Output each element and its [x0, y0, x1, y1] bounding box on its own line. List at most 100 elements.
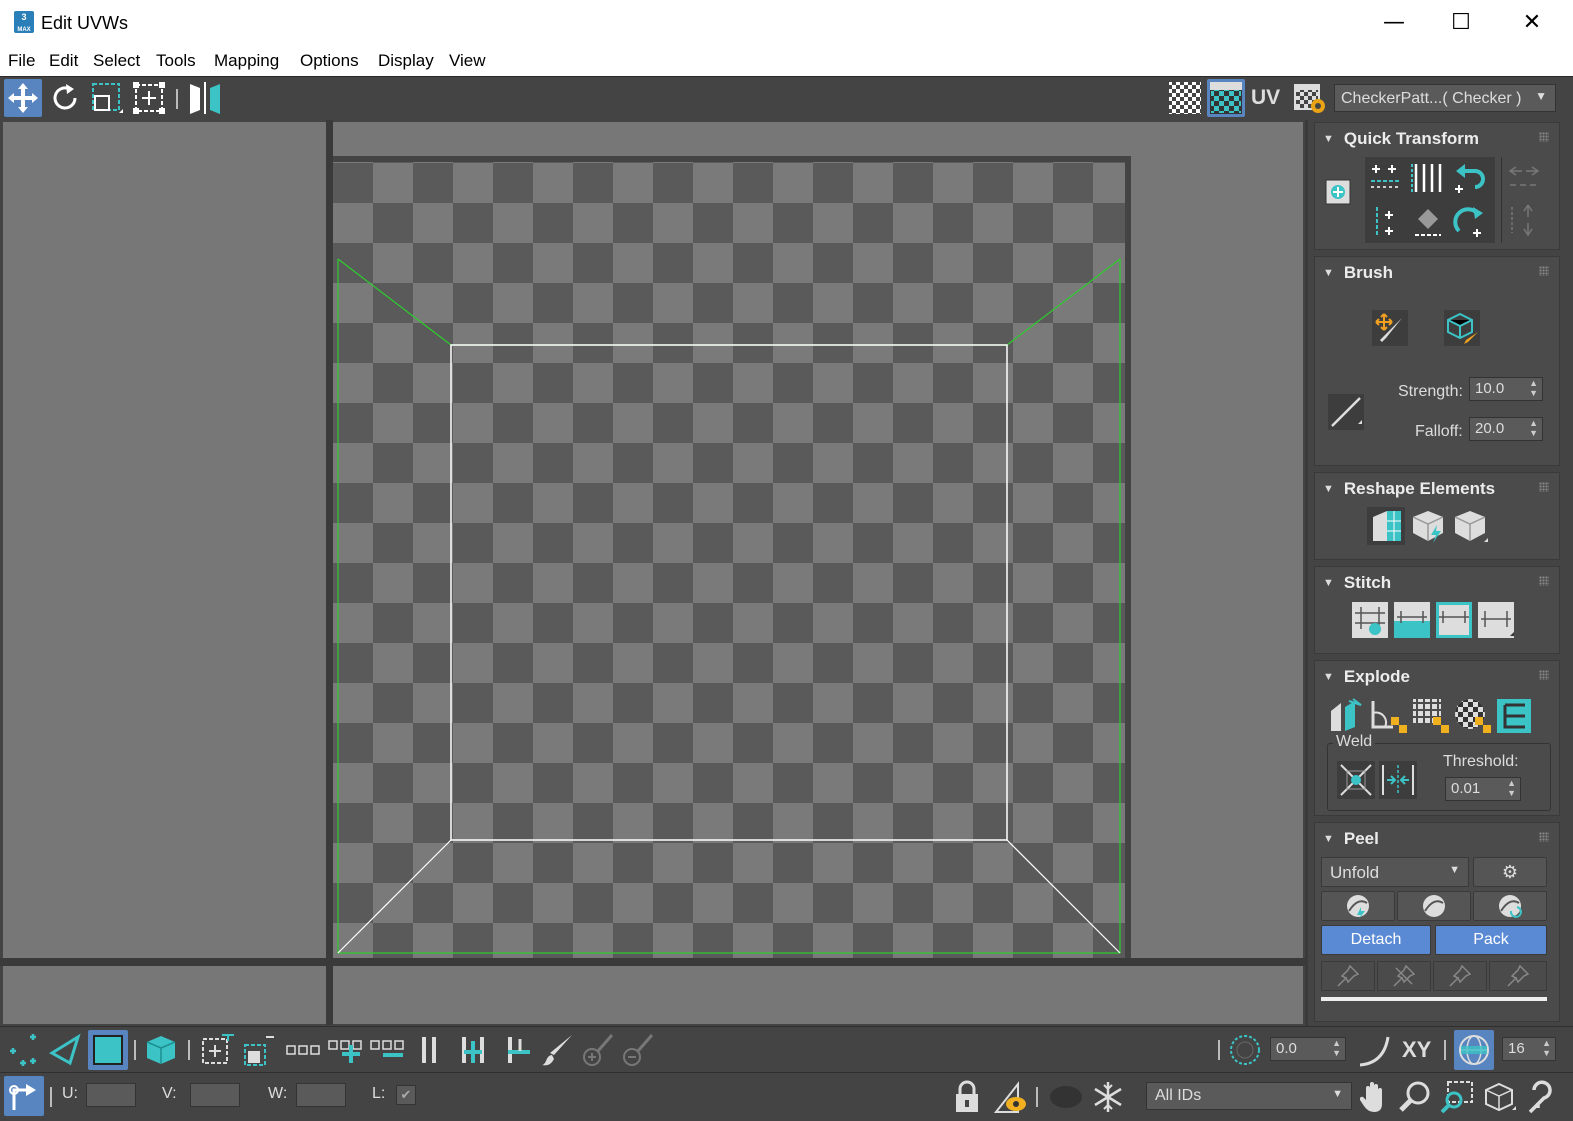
v-field[interactable] — [190, 1083, 240, 1107]
menu-select[interactable]: Select — [93, 51, 140, 71]
filter-selected-button[interactable] — [992, 1077, 1030, 1117]
hide-button[interactable] — [1046, 1077, 1086, 1117]
break-button[interactable] — [1327, 697, 1365, 735]
peel-mode-button[interactable] — [1397, 891, 1471, 921]
soft-selection-spinner[interactable]: 0.0 ▲ ▼ — [1270, 1037, 1346, 1061]
peel-mode-dropdown[interactable]: Unfold ▼ — [1321, 857, 1469, 887]
uv-coordinate-label[interactable]: UV — [1251, 86, 1280, 110]
horizontal-splitter[interactable] — [0, 958, 1305, 966]
pan-button[interactable] — [1356, 1077, 1394, 1117]
grip-icon[interactable] — [1539, 266, 1549, 276]
peel-header[interactable]: Peel — [1323, 829, 1379, 849]
reshape-elements-header[interactable]: Reshape Elements — [1323, 479, 1495, 499]
polygon-mode-button[interactable] — [88, 1030, 128, 1070]
rotate-cw-button[interactable] — [1451, 203, 1489, 241]
space-horizontal-button[interactable] — [1409, 159, 1447, 197]
flatten-by-angle-button[interactable] — [1369, 697, 1407, 735]
falloff-spinner[interactable]: 20.0 ▲ ▼ — [1469, 417, 1543, 441]
stitch-average-button[interactable] — [1435, 601, 1473, 639]
vertical-splitter[interactable] — [326, 120, 333, 1025]
align-vertical-button[interactable] — [1367, 203, 1405, 241]
material-id-dropdown[interactable]: All IDs ▼ — [1146, 1082, 1352, 1110]
move-tool-button[interactable] — [4, 79, 42, 117]
falloff-type-button[interactable] — [1327, 393, 1365, 431]
grip-icon[interactable] — [1539, 482, 1549, 492]
auto-pin-button[interactable] — [1433, 961, 1487, 991]
texture-dropdown[interactable]: CheckerPatt...( Checker ) ▼ — [1334, 84, 1556, 112]
minimize-button[interactable]: — — [1374, 8, 1414, 38]
edge-mode-button[interactable] — [46, 1031, 84, 1069]
vertex-mode-button[interactable] — [4, 1031, 42, 1069]
spinner-arrows-icon[interactable]: ▲ ▼ — [1507, 778, 1516, 798]
xy-space-button[interactable]: XY — [1402, 1037, 1431, 1063]
paint-relax-button[interactable] — [1443, 309, 1481, 347]
stitch-to-target-button[interactable] — [1393, 601, 1431, 639]
u-field[interactable] — [86, 1083, 136, 1107]
stitch-header[interactable]: Stitch — [1323, 573, 1391, 593]
menu-options[interactable]: Options — [300, 51, 359, 71]
zoom-button[interactable] — [1396, 1077, 1434, 1117]
freeform-tool-button[interactable] — [130, 79, 168, 117]
stitch-custom-button[interactable] — [1351, 601, 1389, 639]
uv-canvas[interactable] — [333, 122, 1303, 958]
menu-display[interactable]: Display — [378, 51, 434, 71]
add-pivot-button[interactable] — [1321, 175, 1355, 209]
peel-settings-button[interactable]: ⚙ — [1473, 857, 1547, 887]
show-map-button[interactable] — [1166, 79, 1204, 117]
maximize-button[interactable]: ☐ — [1441, 8, 1481, 38]
lock-selection-button[interactable] — [948, 1077, 986, 1117]
relax-button[interactable] — [1409, 507, 1447, 545]
brush-header[interactable]: Brush — [1323, 263, 1393, 283]
rotate-ccw-button[interactable] — [1451, 159, 1489, 197]
reset-peel-button[interactable] — [1473, 891, 1547, 921]
paint-move-button[interactable] — [1371, 309, 1409, 347]
grip-icon[interactable] — [1539, 576, 1549, 586]
checker-display-button[interactable] — [1207, 79, 1245, 117]
spinner-arrows-icon[interactable]: ▲ ▼ — [1332, 1038, 1341, 1058]
paint-select-shrink-button[interactable] — [618, 1031, 656, 1069]
detach-button[interactable]: Detach — [1321, 925, 1431, 955]
menu-edit[interactable]: Edit — [49, 51, 78, 71]
explode-header[interactable]: Explode — [1323, 667, 1410, 687]
scale-tool-button[interactable] — [88, 79, 126, 117]
select-pins-button[interactable] — [1489, 961, 1547, 991]
menu-view[interactable]: View — [449, 51, 486, 71]
grip-icon[interactable] — [1539, 670, 1549, 680]
grow-selection-button[interactable] — [198, 1031, 236, 1069]
spinner-arrows-icon[interactable]: ▲ ▼ — [1542, 1038, 1551, 1058]
menu-tools[interactable]: Tools — [156, 51, 196, 71]
spinner-arrows-icon[interactable]: ▲ ▼ — [1529, 378, 1538, 398]
mirror-tool-button[interactable] — [186, 79, 224, 117]
w-field[interactable] — [296, 1083, 346, 1107]
element-mode-button[interactable] — [142, 1031, 180, 1069]
close-button[interactable]: ✕ — [1512, 8, 1552, 38]
pin-button[interactable] — [1321, 961, 1375, 991]
straighten-button[interactable] — [1367, 507, 1405, 545]
loop-selection-button[interactable] — [284, 1031, 324, 1069]
ring-grow-button[interactable] — [454, 1031, 492, 1069]
threshold-spinner[interactable]: 0.01 ▲ ▼ — [1445, 777, 1521, 801]
help-button[interactable] — [1522, 1077, 1560, 1117]
pack-button[interactable]: Pack — [1435, 925, 1547, 955]
space-vertical-button[interactable] — [1409, 203, 1447, 241]
weld-selected-button[interactable] — [1337, 761, 1375, 799]
grip-icon[interactable] — [1539, 832, 1549, 842]
grid-size-spinner[interactable]: 16 ▲ ▼ — [1502, 1037, 1556, 1061]
lock-uv-checkbox[interactable]: ✔ — [396, 1085, 416, 1105]
strength-spinner[interactable]: 10.0 ▲ ▼ — [1469, 377, 1543, 401]
paint-select-button[interactable] — [538, 1031, 576, 1069]
ring-selection-button[interactable] — [410, 1031, 448, 1069]
menu-file[interactable]: File — [8, 51, 35, 71]
flatten-by-smoothing-button[interactable] — [1453, 697, 1491, 735]
unpin-button[interactable] — [1377, 961, 1431, 991]
texture-settings-button[interactable] — [1291, 79, 1329, 117]
ring-shrink-button[interactable] — [498, 1031, 536, 1069]
falloff-curve-button[interactable] — [1356, 1031, 1394, 1069]
soft-selection-button[interactable] — [1226, 1031, 1264, 1069]
quick-peel-button[interactable] — [1321, 891, 1395, 921]
loop-grow-button[interactable] — [326, 1031, 366, 1069]
grip-icon[interactable] — [1539, 132, 1549, 142]
shrink-selection-button[interactable] — [240, 1031, 278, 1069]
uv-editor-viewport[interactable] — [333, 122, 1303, 958]
flatten-by-material-button[interactable] — [1495, 697, 1533, 735]
